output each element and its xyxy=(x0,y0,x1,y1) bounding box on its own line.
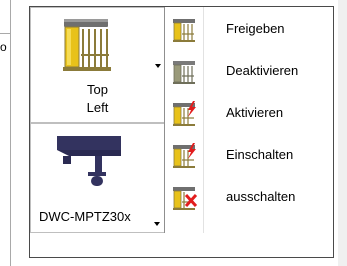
menu-item-label: ausschalten xyxy=(226,189,296,204)
menu-item-label: Einschalten xyxy=(226,147,294,162)
chevron-down-icon[interactable] xyxy=(154,222,160,226)
background-window-left: o xyxy=(0,0,11,266)
ptz-camera-icon xyxy=(57,136,121,186)
ribbon-panel: Top Left DWC-MPTZ30x Freigeben Deaktivie… xyxy=(29,6,334,258)
preset-split-button[interactable]: Top Left xyxy=(30,7,165,123)
menu-item-label: Aktivieren xyxy=(226,105,284,120)
menu-item-einschalten[interactable]: Einschalten xyxy=(169,137,331,175)
truncated-text: o xyxy=(0,40,7,54)
gate-actions-menu: Freigeben Deaktivieren Aktivieren Einsch… xyxy=(164,7,333,233)
divider xyxy=(0,33,10,34)
chevron-down-icon[interactable] xyxy=(155,64,161,68)
menu-item-aktivieren[interactable]: Aktivieren xyxy=(169,95,331,133)
gate-deactivate-icon xyxy=(173,61,195,84)
menu-item-ausschalten[interactable]: ausschalten xyxy=(169,179,331,217)
preset-label-line2: Left xyxy=(86,100,109,115)
gate-switch-on-icon xyxy=(173,143,196,168)
gate-activate-icon xyxy=(173,101,196,126)
gate-icon xyxy=(63,19,111,71)
camera-label: DWC-MPTZ30x xyxy=(39,209,131,224)
gate-switch-off-icon xyxy=(173,187,198,210)
menu-item-label: Freigeben xyxy=(226,21,285,36)
gate-release-icon xyxy=(173,19,195,42)
menu-item-freigeben[interactable]: Freigeben xyxy=(169,11,331,49)
preset-label-line1: Top xyxy=(87,82,108,97)
background-window-right xyxy=(338,0,347,266)
menu-item-label: Deaktivieren xyxy=(226,63,299,78)
camera-split-button[interactable]: DWC-MPTZ30x xyxy=(30,123,165,233)
menu-item-deaktivieren[interactable]: Deaktivieren xyxy=(169,53,331,91)
